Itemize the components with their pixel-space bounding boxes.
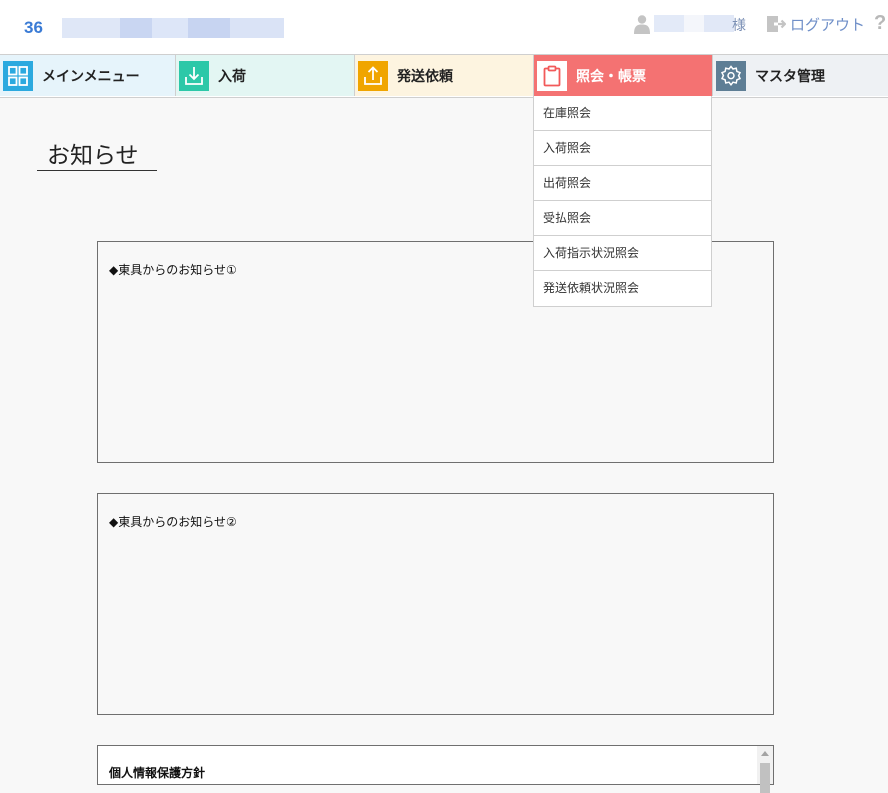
scroll-up-arrow-icon[interactable] bbox=[761, 751, 769, 756]
user-icon bbox=[634, 15, 650, 34]
menu-item-receive-inquiry[interactable]: 入荷照会 bbox=[534, 131, 711, 166]
user-suffix: 様 bbox=[732, 18, 746, 34]
company-code: 36 bbox=[24, 18, 43, 37]
nav-receive[interactable]: 入荷 bbox=[176, 55, 355, 96]
scroll-thumb[interactable] bbox=[760, 763, 770, 793]
menu-item-shipment-inquiry[interactable]: 出荷照会 bbox=[534, 166, 711, 201]
grid-icon bbox=[3, 60, 33, 91]
help-icon[interactable]: ? bbox=[874, 12, 886, 35]
nav-inquiry-reports[interactable]: 照会・帳票 bbox=[534, 55, 713, 96]
page-title: お知らせ bbox=[37, 136, 157, 171]
menu-item-shipping-request-status[interactable]: 発送依頼状況照会 bbox=[534, 271, 711, 306]
notice-title: ◆東具からのお知らせ② bbox=[109, 515, 237, 529]
menu-item-inout-inquiry[interactable]: 受払照会 bbox=[534, 201, 711, 236]
privacy-policy-title: 個人情報保護方針 bbox=[109, 766, 206, 780]
privacy-policy-box[interactable]: 個人情報保護方針 bbox=[97, 745, 774, 793]
user-name-redacted bbox=[654, 15, 734, 32]
main-nav: メインメニュー 入荷 発送依頼 照会・帳票 マスタ管理 bbox=[0, 54, 888, 98]
nav-shipping-request[interactable]: 発送依頼 bbox=[355, 55, 534, 96]
nav-receive-label: 入荷 bbox=[218, 68, 246, 85]
upload-icon bbox=[358, 60, 388, 91]
nav-master-management[interactable]: マスタ管理 bbox=[713, 55, 888, 96]
nav-shipping-request-label: 発送依頼 bbox=[397, 68, 453, 85]
logout-icon[interactable] bbox=[766, 14, 786, 34]
logout-link[interactable]: ログアウト bbox=[790, 14, 865, 35]
header: 36 様 ログアウト ? bbox=[0, 0, 888, 54]
nav-master-management-label: マスタ管理 bbox=[755, 68, 825, 85]
menu-item-stock-inquiry[interactable]: 在庫照会 bbox=[534, 96, 711, 131]
nav-main-menu[interactable]: メインメニュー bbox=[0, 55, 176, 96]
company-name-redacted bbox=[62, 18, 284, 38]
inquiry-dropdown-menu: 在庫照会 入荷照会 出荷照会 受払照会 入荷指示状況照会 発送依頼状況照会 bbox=[533, 96, 712, 307]
notice-box-2: ◆東具からのお知らせ② bbox=[97, 493, 774, 715]
notice-title: ◆東具からのお知らせ① bbox=[109, 263, 237, 277]
scrollbar[interactable] bbox=[757, 746, 773, 793]
gear-icon bbox=[716, 60, 746, 91]
nav-main-menu-label: メインメニュー bbox=[42, 68, 140, 85]
menu-item-receive-instruction-status[interactable]: 入荷指示状況照会 bbox=[534, 236, 711, 271]
clipboard-icon bbox=[537, 60, 567, 91]
download-icon bbox=[179, 60, 209, 91]
nav-inquiry-reports-label: 照会・帳票 bbox=[576, 68, 646, 85]
